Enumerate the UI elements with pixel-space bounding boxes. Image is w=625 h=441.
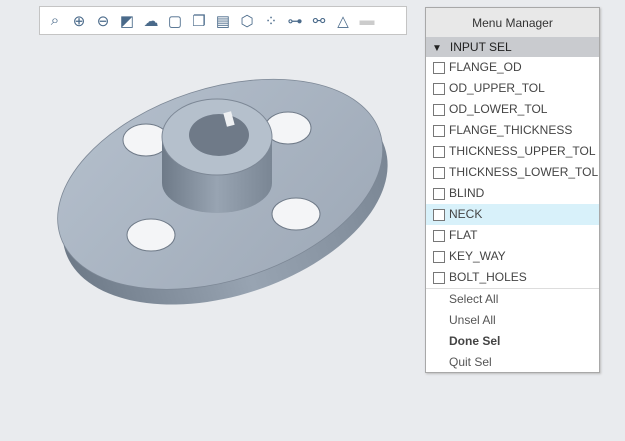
checkbox[interactable] (433, 208, 445, 221)
menu-item-bolt-holes[interactable]: BOLT_HOLES (426, 267, 599, 288)
menu-item-label: FLANGE_OD (449, 60, 522, 74)
checkbox[interactable] (433, 82, 445, 95)
menu-item-thickness-lower-tol[interactable]: THICKNESS_LOWER_TOL (426, 162, 599, 183)
menu-item-od-upper-tol[interactable]: OD_UPPER_TOL (426, 78, 599, 99)
menu-item-thickness-upper-tol[interactable]: THICKNESS_UPPER_TOL (426, 141, 599, 162)
menu-item-label: KEY_WAY (449, 249, 506, 263)
menu-item-label: FLAT (449, 228, 478, 242)
menu-manager: Menu Manager ▼ INPUT SEL FLANGE_OD OD_UPPE… (425, 7, 600, 373)
unsel-all-button[interactable]: Unsel All (426, 310, 599, 331)
menu-item-flange-thickness[interactable]: FLANGE_THICKNESS (426, 120, 599, 141)
menu-item-neck[interactable]: NECK (426, 204, 599, 225)
menu-item-flat[interactable]: FLAT (426, 225, 599, 246)
menu-item-label: THICKNESS_UPPER_TOL (449, 144, 596, 158)
collapse-triangle-icon[interactable]: ▼ (432, 43, 442, 54)
done-sel-button[interactable]: Done Sel (426, 331, 599, 352)
section-label: INPUT SEL (449, 40, 512, 54)
checkbox[interactable] (433, 124, 445, 137)
checkbox[interactable] (433, 229, 445, 242)
checkbox[interactable] (433, 250, 445, 263)
checkbox[interactable] (433, 61, 445, 74)
menu-item-label: OD_UPPER_TOL (449, 81, 545, 95)
menu-item-blind[interactable]: BLIND (426, 183, 599, 204)
menu-item-label: NECK (449, 207, 483, 221)
menu-item-flange-od[interactable]: FLANGE_OD (426, 57, 599, 78)
menu-title: Menu Manager (426, 8, 599, 37)
select-all-button[interactable]: Select All (426, 289, 599, 310)
checkbox[interactable] (433, 145, 445, 158)
input-sel-header[interactable]: ▼ INPUT SEL (426, 37, 599, 57)
menu-item-label: THICKNESS_LOWER_TOL (449, 165, 599, 179)
flange-3d-model[interactable] (0, 0, 420, 441)
checkbox[interactable] (433, 187, 445, 200)
menu-item-label: OD_LOWER_TOL (449, 102, 548, 116)
checkbox[interactable] (433, 166, 445, 179)
menu-item-label: BLIND (449, 186, 485, 200)
menu-item-key-way[interactable]: KEY_WAY (426, 246, 599, 267)
checkbox[interactable] (433, 271, 445, 284)
checkbox[interactable] (433, 103, 445, 116)
menu-item-label: BOLT_HOLES (449, 270, 527, 284)
menu-item-label: FLANGE_THICKNESS (449, 123, 573, 137)
menu-item-od-lower-tol[interactable]: OD_LOWER_TOL (426, 99, 599, 120)
quit-sel-button[interactable]: Quit Sel (426, 352, 599, 373)
